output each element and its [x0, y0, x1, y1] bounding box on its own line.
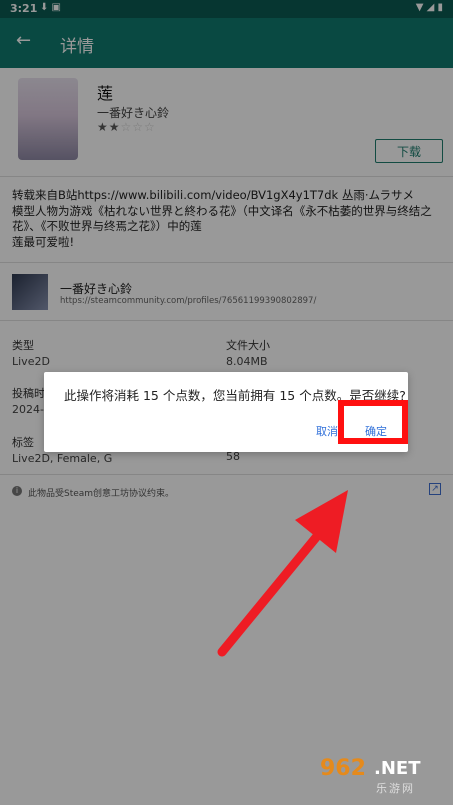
watermark-domain: .NET	[374, 758, 421, 779]
pointer-arrow-icon	[217, 490, 348, 657]
watermark-cn: 乐游网	[376, 782, 415, 795]
watermark-brand: 962	[320, 756, 366, 781]
watermark-logo: 962 .NET 乐游网	[314, 756, 446, 798]
